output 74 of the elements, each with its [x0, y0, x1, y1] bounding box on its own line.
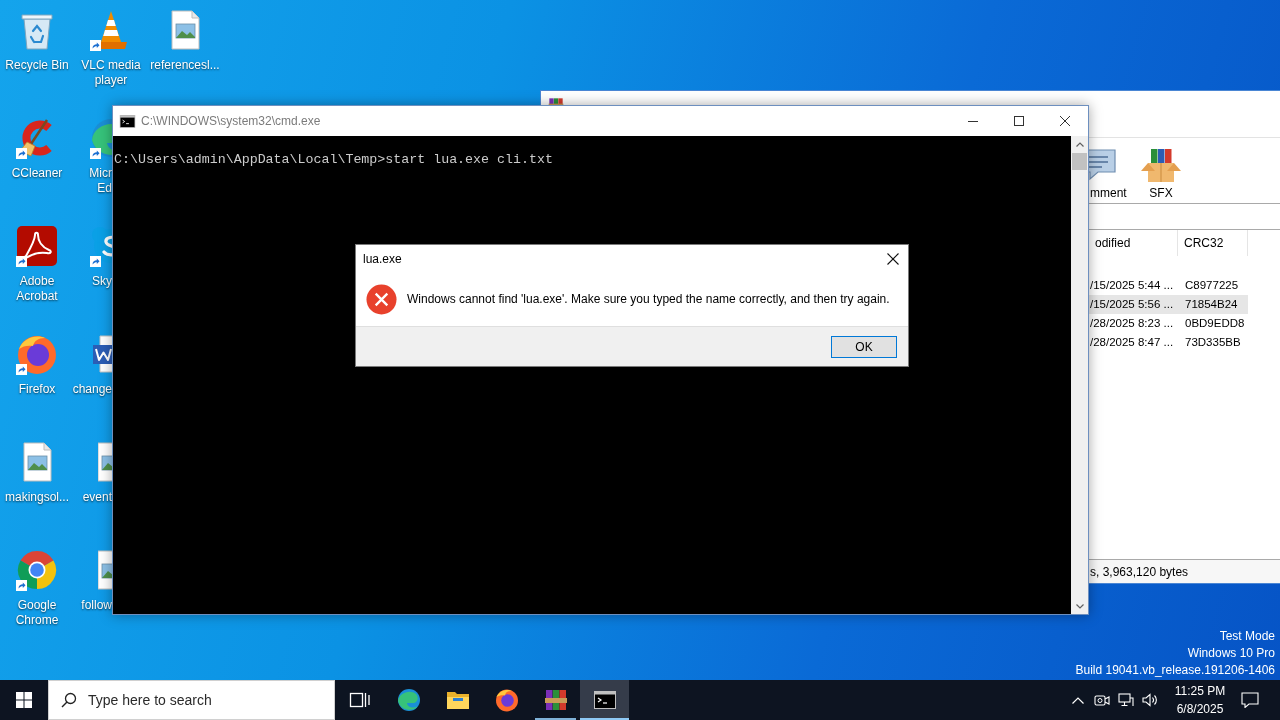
terminal-icon [592, 688, 617, 712]
table-cell-text: 71854B24 [1184, 296, 1239, 312]
error-icon [366, 283, 397, 315]
column-header[interactable]: CRC32 [1178, 230, 1248, 256]
chrome-logo-icon[interactable] [16, 549, 58, 591]
edge-logo-icon [396, 688, 421, 712]
chevron-down-icon [1075, 603, 1084, 609]
file-row[interactable]: /15/2025 5:56 ... 71854B24 [1089, 295, 1248, 314]
box-of-books-icon [1139, 147, 1183, 183]
console-line: C:\Users\admin\AppData\Local\Temp>start lua.exe cli.txt [114, 152, 553, 168]
close-icon [887, 252, 899, 265]
acrobat-logo-icon[interactable] [16, 225, 58, 267]
desktop-icon-label: Firefox [18, 382, 56, 397]
desktop-icon-label: Sky [92, 274, 112, 289]
desktop-icon-label: referencesl... [150, 58, 220, 73]
dialog-message: Windows cannot find 'lua.exe'. Make sure you typed the name correctly, and then try again. [407, 291, 890, 308]
close-icon [1060, 116, 1070, 126]
windows-logo-icon [16, 692, 32, 708]
system-edition-text: Test Mode Windows 10 Pro Build 19041.vb_release.191206-1406 [1075, 628, 1276, 679]
image-file-icon[interactable] [98, 441, 112, 483]
desktop-icon-label: change [72, 382, 112, 397]
table-cell-text: C8977225 [1184, 277, 1240, 293]
desktop-icon-label: Adobe Acrobat [16, 274, 58, 304]
shortcut-arrow-icon [16, 580, 27, 591]
window-title: C:\WINDOWS\system32\cmd.exe [141, 113, 321, 130]
shortcut-arrow-icon [90, 256, 101, 267]
shortcut-arrow-icon [90, 148, 101, 159]
desktop-icon-label: Recycle Bin [5, 58, 69, 73]
shortcut-arrow-icon [90, 40, 101, 51]
desktop-icon-label: Micr Ed [89, 166, 112, 196]
table-cell-text: /15/2025 5:44 ... [1089, 277, 1175, 293]
desktop-icon-label: follow [81, 598, 112, 613]
file-row[interactable]: /15/2025 5:44 ... C8977225 [1089, 276, 1248, 295]
desktop-icon-label: event [82, 490, 112, 505]
file-row[interactable]: /28/2025 8:23 ... 0BD9EDD8 [1089, 314, 1248, 333]
maximize-icon [1014, 116, 1024, 126]
desktop-icon-label: makingsol... [5, 490, 69, 505]
books-archive-icon [543, 688, 568, 712]
chevron-up-icon [1072, 696, 1084, 704]
shortcut-arrow-icon [16, 256, 27, 267]
file-row[interactable]: /28/2025 8:47 ... 73D335BB [1089, 333, 1248, 352]
speech-bubble-icon [1241, 692, 1259, 708]
sfx-button[interactable]: SFX [1139, 147, 1183, 200]
scrollbar-thumb[interactable] [1072, 153, 1087, 170]
table-cell-text: 0BD9EDD8 [1184, 315, 1246, 331]
table-cell-text: /15/2025 5:56 ... [1089, 296, 1175, 312]
network-monitor-icon [1118, 692, 1134, 708]
firefox-logo-icon[interactable] [16, 333, 58, 375]
terminal-icon [119, 112, 136, 130]
shortcut-arrow-icon [16, 148, 27, 159]
books-archive-icon [548, 97, 564, 105]
firefox-logo-icon [494, 688, 519, 712]
minimize-icon [968, 120, 978, 122]
search-field[interactable]: Type here to search [48, 680, 335, 720]
desktop-icon-label: Google Chrome [15, 598, 59, 628]
video-camera-icon [1094, 692, 1110, 708]
speech-bubble-icon [1089, 147, 1118, 181]
ok-button[interactable]: OK [831, 335, 897, 358]
desktop-icon-label: VLC media player [81, 58, 141, 88]
table-cell-text: /28/2025 8:47 ... [1089, 334, 1175, 350]
desktop-icon-label: CCleaner [11, 166, 63, 181]
clock-button[interactable]: 11:25 PM 6/8/2025 [1162, 680, 1238, 720]
chevron-up-icon [1075, 141, 1084, 147]
dialog-title: lua.exe [363, 250, 402, 268]
table-cell-text: 73D335BB [1184, 334, 1242, 350]
status-text: s, 3,963,120 bytes [1090, 563, 1189, 581]
scrollbar-track[interactable] [1071, 136, 1088, 614]
image-file-icon[interactable] [98, 549, 112, 591]
comment-button[interactable]: mment [1089, 147, 1129, 200]
taskbar-app-button[interactable] [580, 680, 629, 720]
shortcut-arrow-icon [16, 364, 27, 375]
table-cell-text: /28/2025 8:23 ... [1089, 315, 1175, 331]
speaker-icon [1142, 692, 1158, 708]
search-icon [61, 692, 77, 708]
